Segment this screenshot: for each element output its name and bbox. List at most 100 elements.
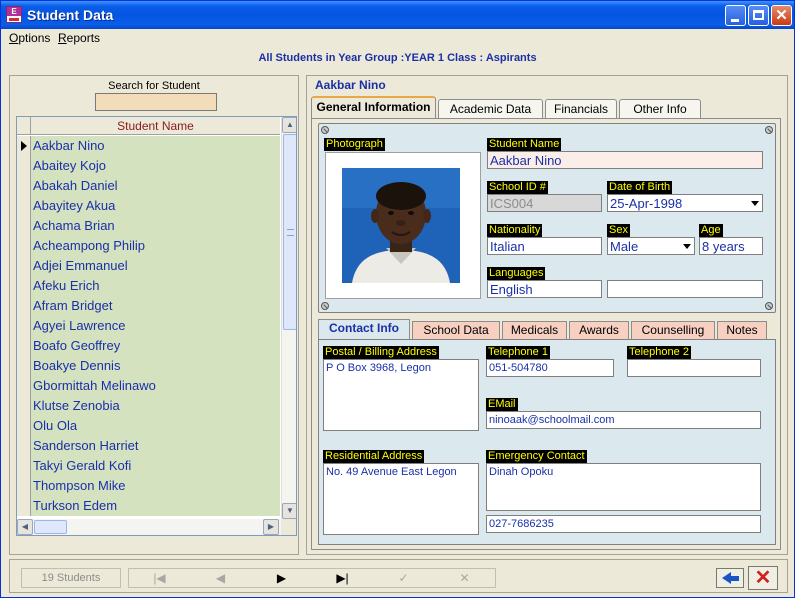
row-selector[interactable] bbox=[17, 276, 31, 296]
table-row[interactable]: Gbormittah Melinawo bbox=[17, 376, 280, 396]
table-row[interactable]: Takyi Gerald Kofi bbox=[17, 456, 280, 476]
student-name-cell[interactable]: Takyi Gerald Kofi bbox=[31, 456, 280, 476]
table-row[interactable]: Afeku Erich bbox=[17, 276, 280, 296]
last-record-button[interactable]: ▶| bbox=[312, 569, 373, 587]
row-selector[interactable] bbox=[17, 416, 31, 436]
student-name-cell[interactable]: Abayitey Akua bbox=[31, 196, 280, 216]
telephone-1-field[interactable]: 051-504780 bbox=[486, 359, 614, 377]
sex-select[interactable]: Male bbox=[607, 237, 695, 255]
table-row[interactable]: Olu Ola bbox=[17, 416, 280, 436]
row-selector[interactable] bbox=[17, 316, 31, 336]
row-selector[interactable] bbox=[17, 236, 31, 256]
row-selector[interactable] bbox=[17, 136, 31, 156]
tab-other-info[interactable]: Other Info bbox=[619, 99, 701, 118]
minimize-button[interactable] bbox=[725, 5, 746, 26]
scroll-down-button[interactable]: ▼ bbox=[282, 503, 296, 519]
table-row[interactable]: Turkson Edem bbox=[17, 496, 280, 516]
row-selector[interactable] bbox=[17, 156, 31, 176]
scroll-up-button[interactable]: ▲ bbox=[282, 117, 296, 133]
previous-record-button[interactable]: ◀ bbox=[190, 569, 251, 587]
email-field[interactable]: ninoaak@schoolmail.com bbox=[486, 411, 761, 429]
horizontal-scrollbar[interactable]: ◀ ▶ bbox=[17, 519, 296, 535]
row-selector[interactable] bbox=[17, 496, 31, 516]
student-name-cell[interactable]: Afeku Erich bbox=[31, 276, 280, 296]
maximize-button[interactable] bbox=[748, 5, 769, 26]
vertical-scroll-thumb[interactable] bbox=[283, 134, 296, 330]
table-row[interactable]: Aakbar Nino bbox=[17, 136, 280, 156]
emergency-contact-field[interactable]: Dinah Opoku bbox=[486, 463, 761, 511]
table-row[interactable]: Abaitey Kojo bbox=[17, 156, 280, 176]
close-button[interactable]: ✕ bbox=[771, 5, 792, 26]
undo-record-button[interactable]: ✕ bbox=[434, 569, 495, 587]
nationality-field[interactable]: Italian bbox=[487, 237, 602, 255]
student-name-cell[interactable]: Thompson Mike bbox=[31, 476, 280, 496]
menu-reports[interactable]: Reports bbox=[58, 31, 100, 45]
residential-address-field[interactable]: No. 49 Avenue East Legon bbox=[323, 463, 479, 535]
back-button[interactable] bbox=[716, 568, 744, 588]
cancel-button[interactable]: ✕ bbox=[748, 566, 778, 590]
student-name-cell[interactable]: Boakye Dennis bbox=[31, 356, 280, 376]
student-name-cell[interactable]: Adjei Emmanuel bbox=[31, 256, 280, 276]
table-row[interactable]: Boakye Dennis bbox=[17, 356, 280, 376]
vertical-scrollbar[interactable]: ▲ ▼ bbox=[281, 117, 296, 519]
dropdown-arrow-icon[interactable] bbox=[751, 201, 759, 206]
table-row[interactable]: Boafo Geoffrey bbox=[17, 336, 280, 356]
first-record-button[interactable]: |◀ bbox=[129, 569, 190, 587]
table-row[interactable]: Abakah Daniel bbox=[17, 176, 280, 196]
tab-medicals[interactable]: Medicals bbox=[502, 321, 567, 339]
student-name-cell[interactable]: Agyei Lawrence bbox=[31, 316, 280, 336]
menu-options[interactable]: Options bbox=[9, 31, 50, 45]
student-name-cell[interactable]: Acheampong Philip bbox=[31, 236, 280, 256]
table-row[interactable]: Thompson Mike bbox=[17, 476, 280, 496]
telephone-2-field[interactable] bbox=[627, 359, 761, 377]
language-2-field[interactable] bbox=[607, 280, 763, 298]
row-selector[interactable] bbox=[17, 176, 31, 196]
student-name-cell[interactable]: Klutse Zenobia bbox=[31, 396, 280, 416]
row-selector[interactable] bbox=[17, 436, 31, 456]
student-name-cell[interactable]: Aakbar Nino bbox=[31, 136, 280, 156]
emergency-phone-field[interactable]: 027-7686235 bbox=[486, 515, 761, 533]
row-selector[interactable] bbox=[17, 456, 31, 476]
tab-academic-data[interactable]: Academic Data bbox=[438, 99, 543, 118]
tab-general-information[interactable]: General Information bbox=[311, 96, 436, 118]
table-row[interactable]: Achama Brian bbox=[17, 216, 280, 236]
student-name-cell[interactable]: Gbormittah Melinawo bbox=[31, 376, 280, 396]
tab-notes[interactable]: Notes bbox=[717, 321, 767, 339]
save-record-button[interactable]: ✓ bbox=[373, 569, 434, 587]
row-selector[interactable] bbox=[17, 476, 31, 496]
table-row[interactable]: Acheampong Philip bbox=[17, 236, 280, 256]
scroll-left-button[interactable]: ◀ bbox=[17, 519, 33, 535]
language-1-field[interactable]: English bbox=[487, 280, 602, 298]
table-row[interactable]: Klutse Zenobia bbox=[17, 396, 280, 416]
row-selector[interactable] bbox=[17, 296, 31, 316]
table-row[interactable]: Adjei Emmanuel bbox=[17, 256, 280, 276]
horizontal-scroll-thumb[interactable] bbox=[34, 520, 67, 534]
tab-counselling[interactable]: Counselling bbox=[631, 321, 715, 339]
row-selector[interactable] bbox=[17, 256, 31, 276]
tab-contact-info[interactable]: Contact Info bbox=[318, 319, 410, 339]
row-selector[interactable] bbox=[17, 216, 31, 236]
search-input[interactable] bbox=[95, 93, 217, 111]
photo-frame[interactable] bbox=[325, 152, 481, 299]
title-bar[interactable]: E Student Data ✕ bbox=[1, 1, 794, 29]
tab-awards[interactable]: Awards bbox=[569, 321, 629, 339]
row-selector[interactable] bbox=[17, 196, 31, 216]
row-selector[interactable] bbox=[17, 376, 31, 396]
table-row[interactable]: Sanderson Harriet bbox=[17, 436, 280, 456]
row-selector[interactable] bbox=[17, 396, 31, 416]
tab-financials[interactable]: Financials bbox=[545, 99, 617, 118]
date-of-birth-picker[interactable]: 25-Apr-1998 bbox=[607, 194, 763, 212]
student-name-cell[interactable]: Abaitey Kojo bbox=[31, 156, 280, 176]
table-row[interactable]: Agyei Lawrence bbox=[17, 316, 280, 336]
column-header-student-name[interactable]: Student Name bbox=[31, 119, 280, 133]
table-row[interactable]: Afram Bridget bbox=[17, 296, 280, 316]
student-name-cell[interactable]: Afram Bridget bbox=[31, 296, 280, 316]
student-name-cell[interactable]: Boafo Geoffrey bbox=[31, 336, 280, 356]
table-row[interactable]: Abayitey Akua bbox=[17, 196, 280, 216]
tab-school-data[interactable]: School Data bbox=[412, 321, 500, 339]
student-name-cell[interactable]: Sanderson Harriet bbox=[31, 436, 280, 456]
scroll-right-button[interactable]: ▶ bbox=[263, 519, 279, 535]
postal-address-field[interactable]: P O Box 3968, Legon bbox=[323, 359, 479, 431]
student-name-cell[interactable]: Olu Ola bbox=[31, 416, 280, 436]
student-name-cell[interactable]: Achama Brian bbox=[31, 216, 280, 236]
